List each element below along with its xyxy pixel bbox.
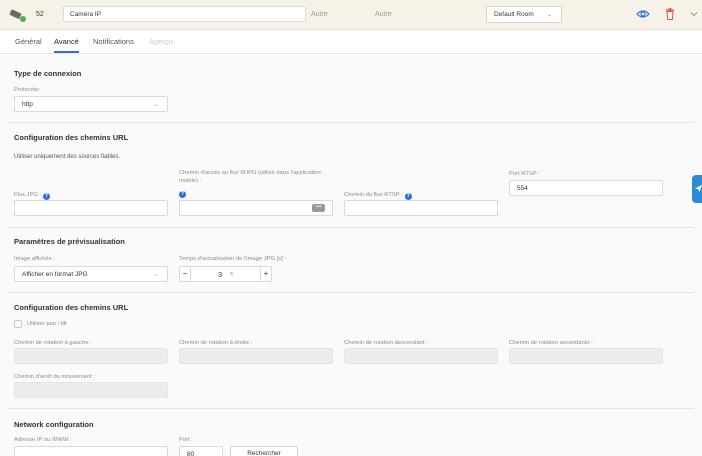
room-select-value: Default Room [494, 11, 534, 18]
divider [8, 292, 694, 293]
displayed-image-value: Afficher en format JPG [22, 271, 88, 278]
section-title-url-paths: Configuration des chemins URL [14, 133, 129, 142]
protocol-select[interactable]: http ⌄ [14, 96, 168, 112]
search-button[interactable]: Rechercher [230, 446, 298, 456]
help-side-tab[interactable] [692, 175, 702, 203]
rtsp-path-label: Chemin du flux RTSP :? [344, 191, 412, 200]
rtsp-port-input[interactable]: 554 [509, 180, 663, 196]
section-title-pan-tilt: Configuration des chemins URL [14, 303, 129, 312]
rtsp-path-label-text: Chemin du flux RTSP : [344, 192, 403, 198]
chevron-down-icon: ⌄ [546, 12, 552, 18]
tab-bar: Général Avancé Notifications Aperçu [0, 30, 702, 54]
refresh-time-unit: s [230, 271, 233, 277]
room-select[interactable]: Default Room ⌄ [486, 6, 562, 23]
port-input[interactable]: 80 [179, 446, 223, 456]
paper-plane-icon [694, 184, 702, 193]
collapse-chevron-icon[interactable] [689, 9, 699, 19]
port-label: Port : [179, 437, 193, 443]
pan-tilt-checkbox[interactable] [14, 320, 22, 328]
jpg-label-text: Flux JPG : [14, 192, 42, 198]
rtsp-help-icon[interactable]: ? [404, 193, 412, 200]
trash-icon[interactable] [665, 8, 675, 20]
refresh-time-value[interactable]: 3 [218, 270, 222, 279]
device-id: 52 [36, 11, 44, 18]
rotate-right-input [179, 348, 333, 364]
chevron-down-icon: ⌄ [153, 272, 159, 278]
mjpg-label: Chemin d'accès au flux MJPG (utilisé dan… [179, 170, 321, 184]
advanced-settings-form: Type de connexion Protocole: http ⌄ Conf… [0, 55, 702, 456]
section-title-preview: Paramètres de prévisualisation [14, 237, 125, 246]
device-name-input[interactable]: Caméra IP [63, 6, 306, 22]
stop-movement-input [14, 382, 168, 398]
displayed-image-label: Image affichée : [14, 256, 56, 262]
protocol-label: Protocole: [14, 87, 41, 93]
jpg-help-icon[interactable]: ? [43, 193, 51, 200]
device-subtype: Autre [375, 11, 392, 18]
refresh-time-stepper: − 3 s + [179, 266, 272, 282]
rotate-down-label: Chemin de rotation descendant : [344, 340, 428, 346]
divider [8, 122, 694, 123]
rotate-down-input [344, 348, 498, 364]
camera-device-icon [9, 9, 26, 22]
decrement-button[interactable]: − [180, 267, 191, 281]
device-header: 52 Caméra IP Autre Autre Default Room ⌄ [0, 0, 702, 30]
mjpg-help-icon[interactable]: ? [179, 191, 186, 198]
tab-advanced[interactable]: Avancé [54, 37, 79, 53]
increment-button[interactable]: + [260, 267, 271, 281]
divider [8, 408, 694, 409]
tab-notifications[interactable]: Notifications [93, 37, 134, 46]
jpg-label: Flux JPG :? [14, 191, 51, 200]
protocol-select-value: http [22, 101, 33, 108]
section-title-connection: Type de connexion [14, 69, 82, 78]
eye-icon[interactable] [636, 8, 650, 20]
rotate-right-label: Chemin de rotation à droite : [179, 340, 253, 346]
device-type: Autre [311, 11, 328, 18]
rotate-up-label: Chemin de rotation ascendante : [509, 340, 593, 346]
displayed-image-select[interactable]: Afficher en format JPG ⌄ [14, 266, 168, 282]
mjpg-url-input[interactable]: ••• [179, 200, 333, 216]
more-options-button[interactable]: ••• [312, 204, 325, 212]
divider [8, 227, 694, 228]
stop-movement-label: Chemin d'arrêt du mouvement : [14, 374, 96, 380]
rotate-left-label: Chemin de rotation à gauche : [14, 340, 92, 346]
pan-tilt-checkbox-label: Utiliser pan / tilt [27, 321, 67, 327]
tab-general[interactable]: Général [15, 37, 42, 46]
address-input[interactable] [14, 446, 168, 456]
chevron-down-icon: ⌄ [153, 102, 159, 108]
rotate-left-input [14, 348, 168, 364]
address-label: Adresse IP ou WWW : [14, 437, 72, 443]
rtsp-port-label: Port RTSP : [509, 171, 540, 177]
section-title-network: Network configuration [14, 420, 94, 429]
jpg-url-input[interactable] [14, 200, 168, 216]
rtsp-path-input[interactable] [344, 200, 498, 216]
trusted-sources-note: Utiliser uniquement des sources fiables. [14, 154, 121, 160]
refresh-time-label: Temps d'actualisation de l'image JPG [s]… [179, 256, 286, 262]
tab-preview: Aperçu [149, 37, 173, 46]
rotate-up-input [509, 348, 663, 364]
